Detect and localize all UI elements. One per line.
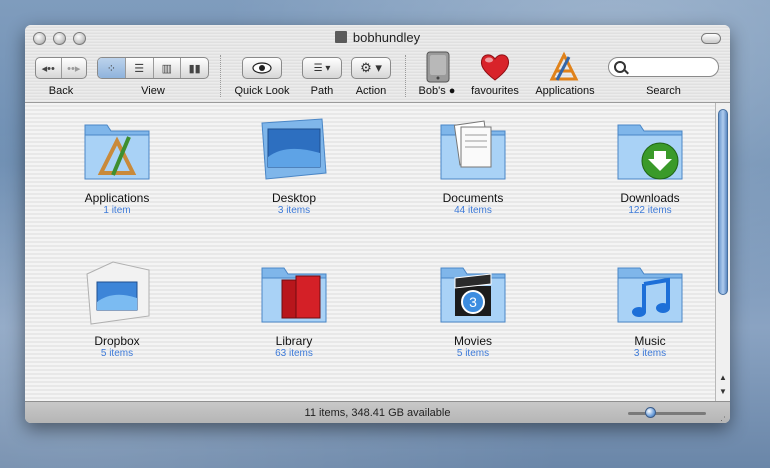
forward-arrow-icon: ••▸ — [67, 62, 81, 75]
apple-icon: ● — [448, 85, 456, 97]
movies-folder-icon: 3 — [440, 267, 506, 323]
file-item-name: Library — [275, 334, 313, 348]
column-view-button[interactable]: ▥ — [154, 58, 182, 78]
hard-disk-icon[interactable] — [425, 51, 451, 83]
status-bar: 11 items, 348.41 GB available ⋰ — [25, 401, 730, 423]
file-grid: Applications 1 item Desktop 3 items Docu… — [25, 103, 715, 401]
file-item-count: 44 items — [454, 205, 492, 216]
file-item-name: Movies — [453, 334, 492, 348]
downloads-folder-icon — [617, 124, 683, 180]
file-item-count: 1 item — [103, 205, 131, 216]
coverflow-view-icon: ▮▮ — [188, 62, 201, 75]
file-item-desktop[interactable]: Desktop 3 items — [224, 113, 364, 216]
vertical-scrollbar[interactable]: ▲ ▼ — [715, 103, 730, 401]
path-icon: ☰ ▾ — [313, 62, 331, 74]
coverflow-view-button[interactable]: ▮▮ — [181, 58, 208, 78]
search-icon — [614, 61, 626, 73]
quicklook-label: Quick Look — [234, 85, 290, 97]
toolbar: bobhundley ◂•• ••▸ Back ⁘ ☰ ▥ ▮▮ View Qu… — [25, 25, 730, 103]
scroll-up-arrow-icon[interactable]: ▲ — [719, 373, 727, 382]
scrollbar-thumb[interactable] — [718, 109, 728, 295]
search-label: Search — [646, 85, 681, 97]
path-label: Path — [310, 85, 334, 97]
heart-icon[interactable] — [479, 51, 511, 83]
search-input[interactable] — [608, 57, 719, 77]
disk-label-text: Bob's — [418, 85, 446, 97]
view-label: View — [141, 85, 165, 97]
file-item-count: 63 items — [275, 348, 313, 359]
forward-button[interactable]: ••▸ — [62, 58, 87, 78]
back-forward-control: ◂•• ••▸ — [35, 57, 87, 79]
music-folder-icon — [617, 267, 683, 323]
home-icon — [334, 31, 347, 43]
file-item-name: Documents — [442, 191, 504, 205]
icon-size-slider-knob[interactable] — [645, 407, 656, 418]
quicklook-button[interactable] — [242, 57, 282, 79]
icon-view-button[interactable]: ⁘ — [98, 58, 126, 78]
file-item-count: 5 items — [100, 348, 134, 359]
file-item-name: Applications — [84, 191, 150, 205]
file-item-name: Downloads — [620, 191, 680, 205]
toolbar-toggle-button[interactable] — [701, 33, 721, 44]
action-label: Action — [355, 85, 387, 97]
svg-text:3: 3 — [469, 294, 477, 310]
applications-folder-icon — [84, 124, 150, 180]
view-mode-control: ⁘ ☰ ▥ ▮▮ — [97, 57, 209, 79]
list-view-icon: ☰ — [134, 62, 145, 75]
file-item-count: 5 items — [456, 348, 490, 359]
back-arrow-icon: ◂•• — [41, 62, 55, 75]
path-button[interactable]: ☰ ▾ — [302, 57, 342, 79]
file-item-count: 3 items — [633, 348, 667, 359]
toolbar-separator — [405, 55, 407, 97]
gear-icon: ⚙ ▾ — [360, 60, 382, 75]
file-item-name: Music — [634, 334, 666, 348]
desktop-folder-icon — [261, 118, 327, 180]
action-button[interactable]: ⚙ ▾ — [351, 57, 391, 79]
list-view-button[interactable]: ☰ — [126, 58, 154, 78]
file-item-movies[interactable]: 3 Movies 5 items — [403, 256, 543, 359]
finder-window: bobhundley ◂•• ••▸ Back ⁘ ☰ ▥ ▮▮ View Qu… — [25, 25, 730, 423]
favourites-label: favourites — [471, 85, 519, 97]
file-item-count: 122 items — [628, 205, 672, 216]
disk-label: Bob's ● — [413, 85, 461, 97]
icon-size-slider[interactable] — [628, 407, 706, 418]
column-view-icon: ▥ — [161, 62, 173, 75]
applications-icon[interactable] — [548, 51, 580, 83]
file-item-dropbox[interactable]: Dropbox 5 items — [47, 256, 187, 359]
file-item-applications[interactable]: Applications 1 item — [47, 113, 187, 216]
file-item-music[interactable]: Music 3 items — [580, 256, 720, 359]
eye-icon — [252, 62, 272, 74]
file-item-downloads[interactable]: Downloads 122 items — [580, 113, 720, 216]
file-item-documents[interactable]: Documents 44 items — [403, 113, 543, 216]
library-folder-icon — [261, 267, 327, 323]
file-item-library[interactable]: Library 63 items — [224, 256, 364, 359]
scroll-down-arrow-icon[interactable]: ▼ — [719, 387, 727, 396]
icon-view-icon: ⁘ — [106, 62, 116, 75]
status-text: 11 items, 348.41 GB available — [304, 407, 451, 419]
window-title-text: bobhundley — [352, 30, 421, 45]
back-button[interactable]: ◂•• — [36, 58, 62, 78]
resize-grip-icon[interactable]: ⋰ — [717, 409, 726, 423]
dropbox-folder-icon — [86, 261, 150, 325]
file-item-count: 3 items — [277, 205, 311, 216]
file-item-name: Desktop — [271, 191, 317, 205]
file-item-name: Dropbox — [94, 334, 140, 348]
toolbar-separator — [220, 55, 222, 97]
documents-folder-icon — [440, 120, 506, 180]
back-label: Back — [48, 85, 74, 97]
applications-label: Applications — [535, 85, 595, 97]
window-title: bobhundley — [25, 30, 730, 45]
